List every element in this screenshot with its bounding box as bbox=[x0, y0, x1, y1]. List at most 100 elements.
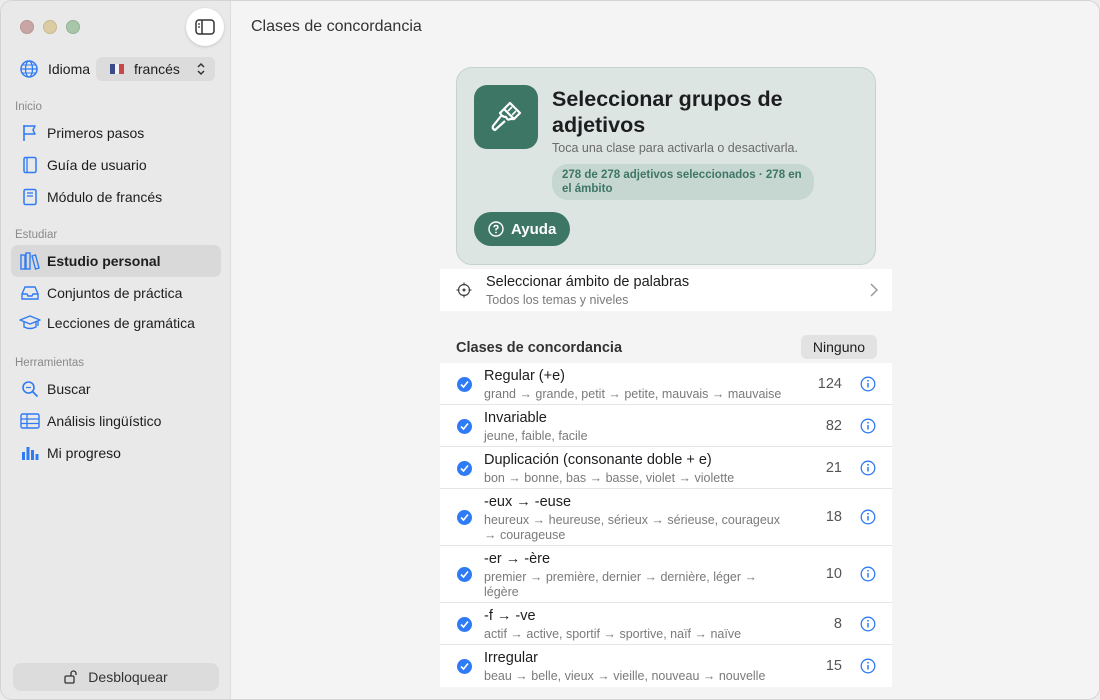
class-count: 82 bbox=[825, 418, 842, 434]
help-label: Ayuda bbox=[511, 220, 557, 238]
sidebar-item-label: Buscar bbox=[47, 381, 91, 397]
question-circle-icon bbox=[488, 221, 504, 237]
select-none-button[interactable]: Ninguno bbox=[801, 335, 877, 359]
info-icon[interactable] bbox=[860, 658, 876, 674]
sidebar-item-mi-progreso[interactable]: Mi progreso bbox=[11, 437, 221, 469]
sidebar-item-estudio-personal[interactable]: Estudio personal bbox=[11, 245, 221, 277]
info-icon[interactable] bbox=[860, 616, 876, 632]
list-item[interactable]: Duplicación (consonante doble + e) bon →… bbox=[440, 447, 892, 489]
sidebar-item-label: Estudio personal bbox=[47, 253, 161, 269]
class-examples: jeune, faible, facile bbox=[484, 429, 588, 443]
flag-icon bbox=[19, 122, 41, 144]
section-estudiar: Estudiar bbox=[15, 229, 58, 241]
bar-chart-icon bbox=[19, 442, 41, 464]
word-scope-row[interactable]: Seleccionar ámbito de palabras Todos los… bbox=[440, 269, 892, 311]
class-title: -f → -ve bbox=[484, 608, 536, 624]
language-select[interactable]: francés bbox=[96, 57, 215, 81]
main-content: Clases de concordancia Seleccionar grupo… bbox=[232, 1, 1099, 699]
info-icon[interactable] bbox=[860, 566, 876, 582]
scope-title: Seleccionar ámbito de palabras bbox=[486, 274, 690, 290]
info-icon[interactable] bbox=[860, 509, 876, 525]
sidebar-item-label: Mi progreso bbox=[47, 445, 121, 461]
section-herramientas: Herramientas bbox=[15, 357, 85, 369]
class-count: 10 bbox=[825, 566, 842, 582]
graduation-cap-icon bbox=[19, 312, 41, 334]
class-count: 15 bbox=[825, 658, 842, 674]
unlock-label: Desbloquear bbox=[88, 669, 168, 685]
sidebar-item-label: Lecciones de gramática bbox=[47, 315, 195, 331]
class-count: 18 bbox=[825, 509, 842, 525]
tray-icon bbox=[19, 282, 41, 304]
class-examples: heureux → heureuse, sérieux → sérieuse, … bbox=[484, 513, 780, 542]
window-controls bbox=[20, 20, 80, 34]
list-item[interactable]: -f → -ve actif → active, sportif → sport… bbox=[440, 603, 892, 645]
class-count: 21 bbox=[825, 460, 842, 476]
page-title: Clases de concordancia bbox=[251, 18, 422, 35]
book-icon bbox=[19, 154, 41, 176]
info-icon[interactable] bbox=[860, 418, 876, 434]
info-icon[interactable] bbox=[860, 376, 876, 392]
close-window-button[interactable] bbox=[20, 20, 34, 34]
language-value: francés bbox=[134, 61, 180, 77]
paintbrush-icon bbox=[474, 85, 538, 149]
search-icon bbox=[19, 378, 41, 400]
info-icon[interactable] bbox=[860, 460, 876, 476]
list-item[interactable]: Invariable jeune, faible, facile 82 bbox=[440, 405, 892, 447]
list-item[interactable]: Regular (+e) grand → grande, petit → pet… bbox=[440, 363, 892, 405]
class-examples: actif → active, sportif → sportive, naïf… bbox=[484, 627, 742, 641]
checkmark-circle-icon[interactable] bbox=[457, 377, 472, 392]
list-item[interactable]: -eux → -euse heureux → heureuse, sérieux… bbox=[440, 489, 892, 546]
checkmark-circle-icon[interactable] bbox=[457, 567, 472, 582]
agreement-classes-list: Regular (+e) grand → grande, petit → pet… bbox=[440, 363, 892, 687]
sidebar-item-label: Conjuntos de práctica bbox=[47, 285, 183, 301]
sidebar-toggle-icon bbox=[195, 19, 215, 35]
checkmark-circle-icon[interactable] bbox=[457, 617, 472, 632]
sidebar-item-conjuntos-practica[interactable]: Conjuntos de práctica bbox=[11, 277, 221, 309]
language-label: Idioma bbox=[48, 61, 91, 77]
checkmark-circle-icon[interactable] bbox=[457, 461, 472, 476]
class-examples: premier → première, dernier → dernière, … bbox=[484, 570, 758, 599]
globe-icon bbox=[20, 60, 38, 78]
french-flag-icon bbox=[110, 64, 125, 74]
checkmark-circle-icon[interactable] bbox=[457, 419, 472, 434]
help-button[interactable]: Ayuda bbox=[474, 212, 571, 246]
book-closed-icon bbox=[19, 186, 41, 208]
class-title: Invariable bbox=[484, 410, 547, 426]
sidebar-item-label: Análisis lingüístico bbox=[47, 413, 162, 429]
chevron-right-icon bbox=[870, 283, 878, 297]
sidebar-item-label: Primeros pasos bbox=[47, 125, 145, 141]
agreement-classes-header: Clases de concordancia bbox=[456, 340, 623, 356]
minimize-window-button[interactable] bbox=[43, 20, 57, 34]
updown-chevron-icon bbox=[197, 62, 205, 76]
sidebar-item-label: Módulo de francés bbox=[47, 189, 163, 205]
class-count: 124 bbox=[817, 376, 842, 392]
hero-subtitle: Toca una clase para activarla o desactiv… bbox=[552, 141, 798, 155]
class-examples: grand → grande, petit → petite, mauvais … bbox=[484, 387, 782, 401]
list-item[interactable]: -er → -ère premier → première, dernier →… bbox=[440, 546, 892, 603]
class-title: Duplicación (consonante doble + e) bbox=[484, 452, 712, 468]
sidebar-item-label: Guía de usuario bbox=[47, 157, 147, 173]
sidebar-item-analisis-linguistico[interactable]: Análisis lingüístico bbox=[11, 405, 221, 437]
sidebar-item-buscar[interactable]: Buscar bbox=[11, 373, 221, 405]
books-shelf-icon bbox=[19, 250, 41, 272]
sidebar-item-lecciones-gramatica[interactable]: Lecciones de gramática bbox=[11, 307, 221, 339]
class-title: Irregular bbox=[484, 650, 538, 666]
class-title: Regular (+e) bbox=[484, 368, 565, 384]
class-title: -eux → -euse bbox=[484, 494, 572, 510]
checkmark-circle-icon[interactable] bbox=[457, 659, 472, 674]
table-icon bbox=[19, 410, 41, 432]
sidebar: Idioma francés Inicio Primeros pasos Guí… bbox=[1, 1, 231, 699]
zoom-window-button[interactable] bbox=[66, 20, 80, 34]
sidebar-toggle-button[interactable] bbox=[186, 8, 224, 46]
sidebar-item-guia-de-usuario[interactable]: Guía de usuario bbox=[11, 149, 221, 181]
sidebar-item-modulo-frances[interactable]: Módulo de francés bbox=[11, 181, 221, 213]
class-examples: beau → belle, vieux → vieille, nouveau →… bbox=[484, 669, 766, 683]
hero-card: Seleccionar grupos de adjetivos Toca una… bbox=[456, 67, 876, 265]
language-row: Idioma francés bbox=[19, 57, 215, 81]
sidebar-item-primeros-pasos[interactable]: Primeros pasos bbox=[11, 117, 221, 149]
section-inicio: Inicio bbox=[15, 101, 42, 113]
checkmark-circle-icon[interactable] bbox=[457, 510, 472, 525]
unlock-button[interactable]: Desbloquear bbox=[13, 663, 219, 691]
list-item[interactable]: Irregular beau → belle, vieux → vieille,… bbox=[440, 645, 892, 687]
class-count: 8 bbox=[833, 616, 842, 632]
